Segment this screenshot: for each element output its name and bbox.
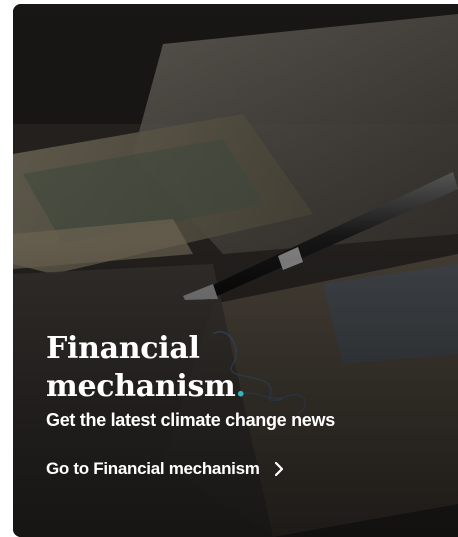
title-line-1: Financial — [46, 331, 200, 366]
go-to-financial-mechanism-link[interactable]: Go to Financial mechanism — [46, 458, 284, 480]
card-title: Financial mechanism. — [46, 330, 446, 406]
title-accent-dot: . — [235, 369, 246, 404]
link-label: Go to Financial mechanism — [46, 459, 260, 478]
chevron-right-icon — [274, 461, 283, 477]
card-content: Financial mechanism. Get the latest clima… — [46, 330, 446, 480]
financial-mechanism-card[interactable]: Financial mechanism. Get the latest clima… — [13, 4, 458, 537]
title-line-2: mechanism — [46, 369, 236, 404]
card-subtitle: Get the latest climate change news — [46, 410, 335, 430]
